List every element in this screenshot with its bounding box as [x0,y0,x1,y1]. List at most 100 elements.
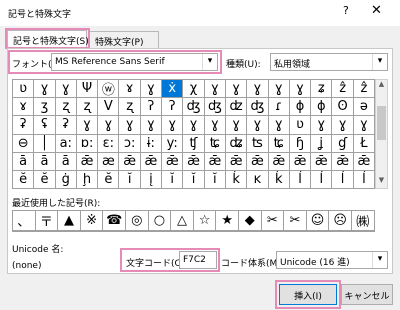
symbol-cell[interactable]: ẑ [332,80,354,99]
symbol-cell[interactable]: ǣ [311,152,333,171]
symbol-cell[interactable]: ɣ [119,116,141,135]
help-button[interactable]: ? [343,4,349,17]
symbol-cell[interactable]: ḱ [225,170,248,190]
symbol-cell[interactable]: ǣ [247,152,269,171]
symbol-cell[interactable]: y: [162,134,184,153]
symbol-cell[interactable]: ǣ [268,152,290,171]
symbol-cell[interactable]: ʨ [204,134,226,153]
symbol-cell[interactable]: ĭ [162,170,184,190]
symbol-cell[interactable]: ɔ: [119,134,141,153]
symbol-cell[interactable]: ĭ [119,170,141,190]
symbol-cell[interactable]: ʣ [225,98,248,117]
symbol-cell[interactable]: ĺ [332,170,354,190]
symbol-cell[interactable]: ǣ [183,152,205,171]
recent-symbol-cell[interactable]: ▲ [58,211,81,231]
symbol-cell[interactable]: ɣ [225,116,248,135]
symbol-cell[interactable]: ǣ [119,152,141,171]
symbol-cell[interactable]: ɣ [268,80,290,99]
symbol-cell[interactable]: ɣ [76,116,99,135]
symbol-cell[interactable]: ǣ [162,152,184,171]
font-select[interactable]: MS Reference Sans Serif ▾ [51,53,218,71]
charcode-input[interactable]: F7C2 [179,251,217,269]
symbol-cell[interactable]: ʔ [140,98,163,117]
recent-symbol-cell[interactable]: 〒 [35,211,59,231]
symbol-cell[interactable]: ɣ [204,80,226,99]
symbol-cell[interactable]: ɣ [140,116,163,135]
symbol-cell[interactable]: ɨ: [140,134,163,153]
symbol-cell[interactable]: ĕ [98,170,120,190]
recent-symbol-cell[interactable]: ☹ [329,211,352,231]
symbol-cell[interactable]: ʤ [247,98,269,117]
symbol-cell[interactable]: ʘ [332,98,354,117]
symbol-cell[interactable]: ā [34,152,56,171]
symbol-cell[interactable]: ⊖ [13,134,35,153]
symbol-cell[interactable]: ɸ [311,98,333,117]
symbol-cell[interactable]: ɣ [332,116,354,135]
recent-symbol-cell[interactable]: ○ [148,211,172,231]
symbol-cell[interactable]: ʤ [183,98,205,117]
close-button[interactable]: ✕ [371,3,382,18]
symbol-cell[interactable]: ḩ [76,170,99,190]
symbol-cell[interactable]: ĺ [289,170,312,190]
symbol-cell[interactable]: V [98,98,120,117]
symbol-cell[interactable]: ʋ [289,116,312,135]
recent-symbol-cell[interactable]: 、 [13,211,36,231]
symbol-cell[interactable]: ā [13,152,35,171]
scroll-down-icon[interactable]: ▼ [376,176,387,188]
symbol-cell[interactable]: ẑ [353,80,376,99]
recent-symbol-cell[interactable]: ◎ [125,211,149,231]
symbol-cell[interactable]: ĺ [353,170,376,190]
cancel-button[interactable]: キャンセル [341,284,393,305]
symbol-cell[interactable]: ɒ: [76,134,99,153]
recent-symbol-cell[interactable]: △ [171,211,194,231]
symbol-cell[interactable]: ʐ [55,98,77,117]
scroll-thumb[interactable] [377,106,386,140]
recent-symbol-cell[interactable]: ☺ [306,211,330,231]
symbol-cell[interactable]: ʐ [76,98,99,117]
symbol-cell[interactable]: ʦ [247,134,269,153]
symbol-cell[interactable]: χ [183,80,205,99]
recent-symbol-cell[interactable]: ☎ [103,211,126,231]
symbol-cell[interactable]: ɧ [289,134,312,153]
symbol-cell[interactable]: ⓦ [98,80,120,99]
recent-symbol-cell[interactable]: ✂ [261,211,285,231]
symbol-cell[interactable]: ɤ [13,98,35,117]
symbol-cell[interactable]: ʤ [204,98,226,117]
symbol-cell[interactable]: ʥ [225,134,248,153]
symbol-cell[interactable]: ʔ [162,98,184,117]
symbol-cell[interactable]: ǣ [204,152,226,171]
symbol-cell[interactable]: ɣ [98,116,120,135]
symbol-cell[interactable]: ʨ [268,134,290,153]
codesystem-select[interactable]: Unicode (16 進) ▾ [276,251,388,269]
symbol-cell[interactable]: ɣ [55,80,77,99]
symbol-cell[interactable]: ĭ [204,170,226,190]
symbol-cell[interactable]: į [140,170,163,190]
symbol-cell[interactable]: ǣ [76,152,99,171]
symbol-cell[interactable]: ɣ [289,80,312,99]
symbol-cell[interactable]: ɣ [311,116,333,135]
symbol-cell[interactable]: ǣ [140,152,163,171]
symbol-cell[interactable]: ɛ: [98,134,120,153]
symbol-cell[interactable]: ǣ [353,152,376,171]
symbol-cell[interactable]: ɣ [247,116,269,135]
symbol-cell[interactable]: ɠ [332,134,354,153]
symbol-cell[interactable]: ɾ [268,98,290,117]
symbol-cell[interactable]: a: [55,134,77,153]
symbol-cell[interactable]: ĕ [34,170,56,190]
symbol-cell[interactable]: ĸ [247,170,269,190]
symbol-cell[interactable]: ʝ [311,134,333,153]
symbol-cell[interactable]: Ψ [76,80,99,99]
grid-scrollbar[interactable]: ▲ ▼ [375,79,388,189]
symbol-cell[interactable]: ɣ [225,80,248,99]
symbol-cell[interactable]: ẋ [162,80,184,99]
symbol-cell[interactable]: ḱ [268,170,290,190]
symbol-cell[interactable]: ʡ [13,116,35,135]
symbol-cell[interactable]: ǣ [332,152,354,171]
symbol-cell[interactable]: ɸ [289,98,312,117]
recent-symbol-cell[interactable]: ※ [80,211,104,231]
symbol-cell[interactable]: ʢ [34,116,56,135]
symbol-cell[interactable]: ʋ [13,80,35,99]
recent-symbol-cell[interactable]: ✂ [284,211,307,231]
symbol-cell[interactable]: ġ [55,170,77,190]
symbol-cell[interactable]: ɣ [140,80,163,99]
